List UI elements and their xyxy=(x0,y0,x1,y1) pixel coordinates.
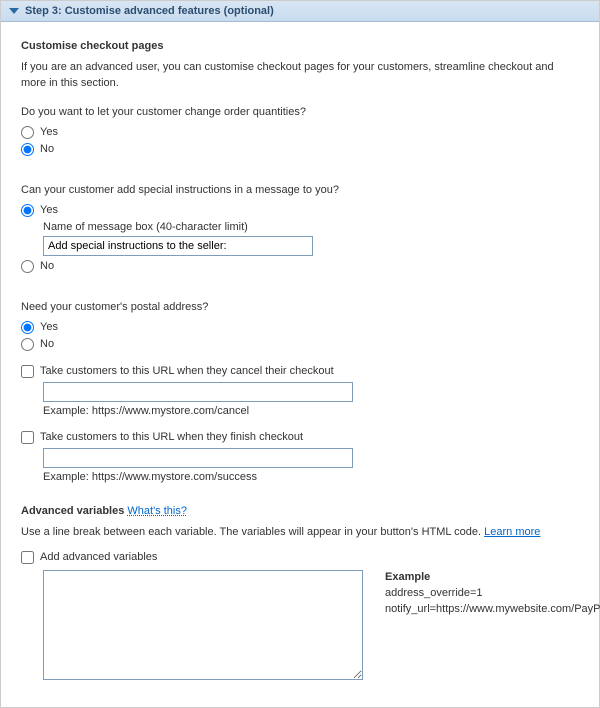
msg-yes-radio[interactable] xyxy=(21,204,34,217)
addr-no-row[interactable]: No xyxy=(21,338,579,351)
add-adv-vars-label: Add advanced variables xyxy=(40,551,157,563)
msg-no-row[interactable]: No xyxy=(21,260,579,273)
checkout-section-title: Customise checkout pages xyxy=(21,40,579,52)
finish-url-checkbox[interactable] xyxy=(21,431,34,444)
addr-no-label: No xyxy=(40,338,54,350)
cancel-url-label: Take customers to this URL when they can… xyxy=(40,365,334,377)
addr-no-radio[interactable] xyxy=(21,338,34,351)
collapse-arrow-icon xyxy=(9,8,19,14)
advanced-help-text: Use a line break between each variable. … xyxy=(21,526,481,538)
qty-no-label: No xyxy=(40,143,54,155)
advanced-example-line2: notify_url=https://www.mywebsite.com/Pay… xyxy=(385,602,600,618)
qty-no-radio[interactable] xyxy=(21,143,34,156)
whats-this-link[interactable]: What's this? xyxy=(127,505,187,517)
add-adv-vars-checkbox[interactable] xyxy=(21,551,34,564)
msg-box-name-input[interactable] xyxy=(43,236,313,256)
advanced-heading-text: Advanced variables xyxy=(21,505,124,517)
advanced-example-title: Example xyxy=(385,570,600,586)
cancel-url-checkbox[interactable] xyxy=(21,365,34,378)
msg-box-config: Name of message box (40-character limit) xyxy=(43,221,579,256)
advanced-example-line1: address_override=1 xyxy=(385,586,600,602)
finish-url-example: Example: https://www.mystore.com/success xyxy=(43,471,579,483)
checkout-intro: If you are an advanced user, you can cus… xyxy=(21,60,579,92)
step3-panel: Step 3: Customise advanced features (opt… xyxy=(0,0,600,708)
qty-yes-radio[interactable] xyxy=(21,126,34,139)
cancel-url-example: Example: https://www.mystore.com/cancel xyxy=(43,405,579,417)
msg-yes-label: Yes xyxy=(40,204,58,216)
advanced-help-row: Use a line break between each variable. … xyxy=(21,525,579,541)
qty-yes-label: Yes xyxy=(40,126,58,138)
msg-no-label: No xyxy=(40,260,54,272)
finish-url-input[interactable] xyxy=(43,448,353,468)
addr-yes-radio[interactable] xyxy=(21,321,34,334)
advanced-content-row: Example address_override=1 notify_url=ht… xyxy=(21,570,579,683)
msg-yes-row[interactable]: Yes xyxy=(21,204,579,217)
add-adv-vars-row[interactable]: Add advanced variables xyxy=(21,551,579,564)
advanced-heading: Advanced variables What's this? xyxy=(21,505,579,517)
learn-more-link[interactable]: Learn more xyxy=(484,526,540,538)
panel-header[interactable]: Step 3: Customise advanced features (opt… xyxy=(1,1,599,22)
cancel-url-input[interactable] xyxy=(43,382,353,402)
qty-no-row[interactable]: No xyxy=(21,143,579,156)
advanced-example-block: Example address_override=1 notify_url=ht… xyxy=(385,570,600,618)
addr-yes-row[interactable]: Yes xyxy=(21,321,579,334)
cancel-url-row[interactable]: Take customers to this URL when they can… xyxy=(21,365,579,378)
finish-url-group: Take customers to this URL when they fin… xyxy=(21,431,579,483)
panel-body: Customise checkout pages If you are an a… xyxy=(1,22,599,707)
finish-url-row[interactable]: Take customers to this URL when they fin… xyxy=(21,431,579,444)
question-postal-addr: Need your customer's postal address? xyxy=(21,301,579,313)
advanced-vars-textarea[interactable] xyxy=(43,570,363,680)
msg-box-name-label: Name of message box (40-character limit) xyxy=(43,221,579,233)
msg-no-radio[interactable] xyxy=(21,260,34,273)
qty-yes-row[interactable]: Yes xyxy=(21,126,579,139)
question-change-qty: Do you want to let your customer change … xyxy=(21,106,579,118)
panel-title: Step 3: Customise advanced features (opt… xyxy=(25,5,274,17)
finish-url-label: Take customers to this URL when they fin… xyxy=(40,431,303,443)
addr-yes-label: Yes xyxy=(40,321,58,333)
cancel-url-group: Take customers to this URL when they can… xyxy=(21,365,579,417)
question-special-msg: Can your customer add special instructio… xyxy=(21,184,579,196)
